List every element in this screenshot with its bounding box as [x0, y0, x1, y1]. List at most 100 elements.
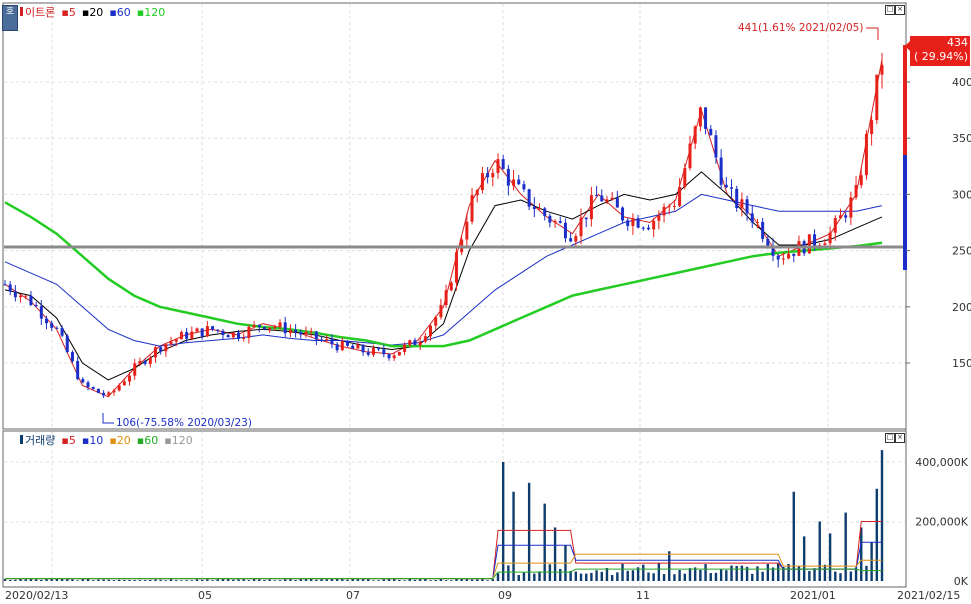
candle-body — [34, 305, 38, 307]
volume-bar — [740, 565, 744, 581]
candle-body — [397, 351, 401, 356]
volume-bar — [543, 503, 546, 581]
candle-body — [563, 222, 567, 239]
volume-bar — [273, 580, 277, 581]
volume-bar — [880, 450, 884, 581]
volume-bar — [642, 564, 645, 581]
legend-item-ma60[interactable]: ▪60 — [109, 6, 130, 19]
volume-bar — [341, 579, 344, 581]
candle-body — [122, 381, 126, 386]
legend-item-ma120[interactable]: ▪120 — [137, 6, 165, 19]
volume-bar — [325, 579, 328, 581]
candle-body — [475, 190, 479, 196]
volume-bar — [616, 572, 619, 581]
volume-maximize-icon[interactable]: □ — [885, 433, 895, 443]
price-tick-label: 250 — [952, 245, 971, 258]
volume-legend-ma60[interactable]: ▪60 — [137, 434, 158, 447]
candle-body — [698, 107, 702, 127]
candle-body — [787, 253, 791, 259]
candle-body — [81, 379, 85, 383]
x-tick-label: 11 — [636, 589, 650, 602]
candle-body — [169, 341, 173, 345]
candle-body — [600, 195, 604, 202]
candle-body — [558, 221, 562, 223]
candle-body — [309, 331, 313, 333]
volume-bar — [175, 580, 178, 581]
volume-bar — [315, 579, 318, 581]
volume-bar — [766, 563, 770, 581]
candle-body — [776, 255, 780, 260]
candle-body — [439, 305, 443, 318]
candle-body — [423, 336, 427, 342]
volume-bar — [19, 579, 22, 581]
volume-bar — [538, 571, 541, 581]
volume-bar — [34, 579, 38, 581]
volume-bar — [870, 542, 873, 581]
volume-bar — [330, 579, 334, 581]
volume-bar — [159, 579, 162, 581]
candle-body — [314, 331, 318, 340]
candle-body — [39, 306, 43, 319]
legend-item-ma20[interactable]: ▪20 — [82, 6, 103, 19]
close-icon[interactable]: × — [895, 5, 905, 15]
candle-body — [652, 220, 656, 230]
price-tick-label: 200 — [952, 301, 971, 314]
volume-bar — [683, 573, 687, 581]
volume-bar — [553, 527, 557, 581]
candle-body — [45, 318, 49, 324]
volume-bar — [621, 563, 624, 581]
volume-bar — [849, 571, 853, 581]
volume-bar — [839, 573, 842, 581]
volume-legend-ma5[interactable]: ▪5 — [61, 434, 75, 447]
candle-body — [755, 221, 759, 223]
candle-body — [392, 355, 396, 359]
volume-bar — [719, 568, 723, 581]
volume-bar — [860, 527, 863, 581]
candle-body — [418, 341, 422, 346]
candle-body — [766, 238, 770, 247]
legend-item-ma5[interactable]: ▪5 — [61, 6, 75, 19]
candle-body — [366, 352, 370, 355]
volume-bar — [522, 572, 526, 581]
x-axis: 2020/02/13 05 07 09 11 2021/01 2021/02/15 — [5, 589, 960, 602]
low-annotation: 106(-75.58% 2020/03/23) — [116, 417, 252, 429]
candle-body — [107, 392, 111, 396]
maximize-icon[interactable]: □ — [885, 5, 895, 15]
volume-bar — [92, 580, 95, 581]
x-tick-label: 09 — [498, 589, 512, 602]
volume-bar — [71, 579, 74, 581]
candle-body — [813, 234, 817, 246]
candle-body — [128, 375, 132, 382]
candle-body — [823, 243, 827, 246]
volume-bar — [289, 579, 292, 581]
candle-body — [807, 234, 811, 254]
volume-bar — [180, 580, 183, 581]
volume-legend-ma120[interactable]: ▪120 — [164, 434, 192, 447]
volume-bar — [76, 580, 79, 581]
candle-body — [429, 325, 433, 337]
candle-body — [610, 197, 614, 200]
candle-body — [76, 361, 80, 380]
candle-body — [371, 348, 375, 355]
candle-body — [496, 159, 500, 173]
volume-bar — [190, 580, 194, 581]
volume-close-icon[interactable]: × — [895, 433, 905, 443]
chart-type-button[interactable]: 호 — [2, 5, 18, 31]
volume-bar — [673, 574, 676, 581]
stock-chart[interactable]: 400 350 300 250 200 150 400,000K 200,000K 0K 20… — [0, 0, 971, 604]
volume-bar — [476, 579, 479, 581]
candle-body — [148, 357, 152, 364]
candle-body — [833, 218, 837, 233]
volume-bar — [237, 579, 240, 581]
candle-body — [377, 348, 381, 350]
volume-bar — [14, 579, 17, 581]
volume-bar — [164, 580, 168, 581]
volume-bar — [865, 565, 868, 581]
volume-bar — [29, 578, 33, 581]
volume-legend-ma20[interactable]: ▪20 — [109, 434, 130, 447]
volume-bar — [8, 580, 12, 581]
candle-body — [50, 323, 54, 328]
volume-bar — [626, 570, 629, 581]
volume-legend-ma10[interactable]: ▪10 — [82, 434, 103, 447]
volume-bar — [304, 579, 308, 581]
